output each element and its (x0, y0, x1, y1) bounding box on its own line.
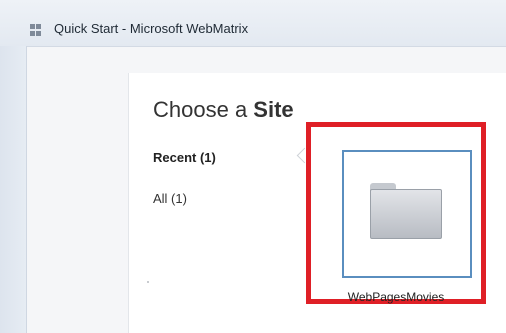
nav-item-recent[interactable]: Recent (1) (153, 150, 216, 165)
webmatrix-app-icon (30, 24, 42, 36)
window-title: Quick Start - Microsoft WebMatrix (54, 21, 249, 36)
folder-icon (370, 183, 442, 239)
site-tile-label: WebPagesMovies (347, 290, 445, 304)
window-frame-left (0, 46, 27, 333)
page-title-prefix: Choose a (153, 97, 254, 122)
page-title: Choose a Site (153, 97, 294, 123)
page-title-bold: Site (253, 97, 294, 122)
divider-dot (147, 281, 149, 283)
nav-item-all[interactable]: All (1) (153, 191, 187, 206)
title-bar: Quick Start - Microsoft WebMatrix (0, 0, 506, 47)
